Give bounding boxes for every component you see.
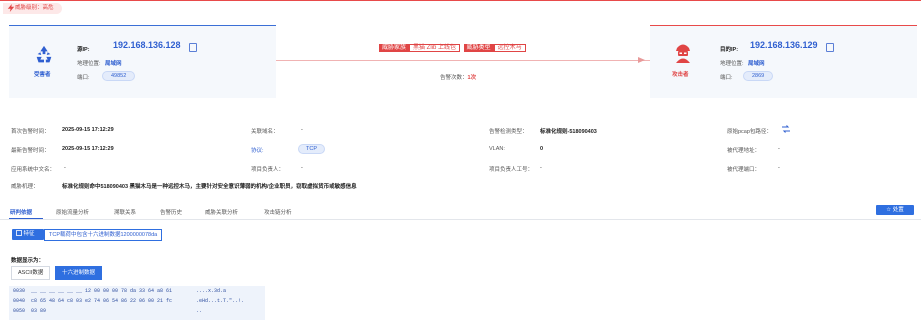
ascii-toggle[interactable]: ASCII数据	[11, 266, 51, 280]
lightning-icon	[7, 4, 15, 12]
proxy-address-label: 被代理地址：	[727, 148, 761, 154]
destination-ip[interactable]: 192.168.136.129	[750, 40, 818, 50]
domain-label: 关联域名：	[251, 129, 279, 135]
feature-value: TCP载荷中包含十六进制数据1200000078da	[44, 229, 163, 241]
owner-label: 项目负责人：	[251, 167, 285, 173]
hacker-icon	[673, 42, 693, 66]
threat-type: 远控木马	[493, 44, 526, 52]
star-icon: ☆	[886, 207, 892, 213]
tab-attack-chain[interactable]: 攻击链分析	[264, 208, 292, 216]
threat-level-bar	[0, 0, 921, 21]
first-time: 2025-09-15 17:12:29	[62, 127, 114, 133]
pcap-path-label: 原始pcap包路径：	[727, 129, 772, 135]
source-card: 受害者 源IP: 192.168.136.128 地理位置: 局域网 端口: 4…	[9, 25, 276, 98]
hex-row-ascii: .eHd...t.T."..!.	[196, 298, 245, 304]
owner: -	[301, 165, 303, 171]
source-port: 49852	[102, 71, 136, 81]
vlan-label: VLAN:	[489, 146, 505, 152]
destination-card: 攻击者 目的IP: 192.168.136.129 地理位置: 局域网 端口: …	[650, 25, 917, 98]
threat-description-label: 威胁机理：	[11, 184, 39, 190]
destination-port-label: 端口:	[720, 75, 733, 81]
app-name-label: 应用系统中文名：	[11, 167, 56, 173]
proxy-port-label: 被代理端口：	[727, 167, 761, 173]
threat-family: 黑猫 Zlib 上线包	[409, 44, 461, 52]
dispose-button[interactable]: ☆ 处置	[876, 205, 914, 215]
tab-alert-history[interactable]: 告警历史	[160, 208, 182, 216]
threat-family-label: 威胁家族	[379, 44, 410, 52]
source-role: 受害者	[34, 72, 51, 78]
feature-badge: 特征	[12, 229, 44, 240]
hex-row: 0030 __ __ __ __ __ __ 12 00 00 00 78 da…	[13, 288, 173, 294]
dispose-button-label: 处置	[892, 207, 904, 213]
source-location-label: 地理位置:	[77, 61, 101, 67]
threat-level-text: 威胁级别：高危	[15, 5, 54, 11]
protocol-label: 协议:	[251, 148, 264, 154]
source-port-label: 端口:	[77, 75, 90, 81]
owner-id: -	[540, 165, 542, 171]
destination-location: 局域网	[748, 61, 765, 67]
last-time: 2025-09-15 17:12:29	[62, 146, 114, 152]
last-time-label: 最新告警时间：	[11, 148, 50, 154]
feature-icon	[16, 230, 24, 237]
first-time-label: 首次告警时间：	[11, 129, 50, 135]
threat-tags: 威胁家族 黑猫 Zlib 上线包 威胁类型 远控木马	[379, 44, 526, 53]
copy-icon[interactable]	[189, 43, 197, 52]
analysis-tabs: 研判依据 原始流量分析 溯联关系 告警历史 威胁关联分析 攻击链分析	[0, 204, 921, 220]
destination-ip-label: 目的IP:	[720, 47, 739, 53]
proxy-port: -	[778, 165, 780, 171]
connection-line	[276, 60, 650, 61]
proxy-address: -	[778, 146, 780, 152]
hex-row-ascii: ....x.3d.a	[196, 288, 227, 294]
source-ip-label: 源IP:	[77, 47, 90, 53]
destination-location-label: 地理位置:	[720, 61, 744, 67]
source-location: 局域网	[105, 61, 122, 67]
feature-label: 特征	[23, 231, 35, 237]
tab-threat-correlation[interactable]: 威胁关联分析	[205, 208, 238, 216]
threat-type-label: 威胁类型	[463, 44, 494, 52]
arrow-right-icon	[638, 57, 645, 63]
hex-row: 0040 c8 65 48 64 c8 03 e2 74 06 54 86 22…	[13, 298, 173, 304]
recycle-icon	[33, 44, 55, 68]
link-icon[interactable]	[781, 125, 791, 135]
copy-icon[interactable]	[826, 43, 834, 52]
detect-type: 标准化规则-518090403	[540, 129, 597, 135]
alert-count-value: 1次	[467, 75, 477, 81]
destination-port: 2869	[743, 71, 774, 81]
destination-role: 攻击者	[672, 72, 689, 78]
threat-description: 标准化规则命中518090403 黑猫木马是一种远控木马，主要针对安全意识薄弱的…	[62, 184, 357, 190]
hex-dump: 0030 __ __ __ __ __ __ 12 00 00 00 78 da…	[9, 286, 265, 320]
hex-row: 0050 03 89	[13, 308, 47, 314]
tab-raw-traffic[interactable]: 原始流量分析	[56, 208, 89, 216]
vlan: 0	[540, 146, 544, 152]
alert-count-label: 告警次数：	[440, 75, 468, 81]
active-tab-indicator	[9, 218, 43, 220]
detect-type-label: 告警检测类型：	[489, 129, 528, 135]
hex-toggle[interactable]: 十六进制数据	[55, 266, 103, 280]
display-mode-label: 数据显示为：	[11, 258, 45, 264]
source-ip[interactable]: 192.168.136.128	[113, 40, 181, 50]
owner-id-label: 项目负责人工号：	[489, 167, 534, 173]
tab-trace-relation[interactable]: 溯联关系	[114, 208, 136, 216]
domain: -	[301, 127, 303, 133]
app-name: -	[64, 165, 66, 171]
protocol: TCP	[298, 144, 325, 154]
alert-count: 告警次数：1次	[440, 73, 476, 81]
tab-evidence[interactable]: 研判依据	[10, 208, 32, 216]
hex-row-ascii: ..	[196, 308, 203, 314]
